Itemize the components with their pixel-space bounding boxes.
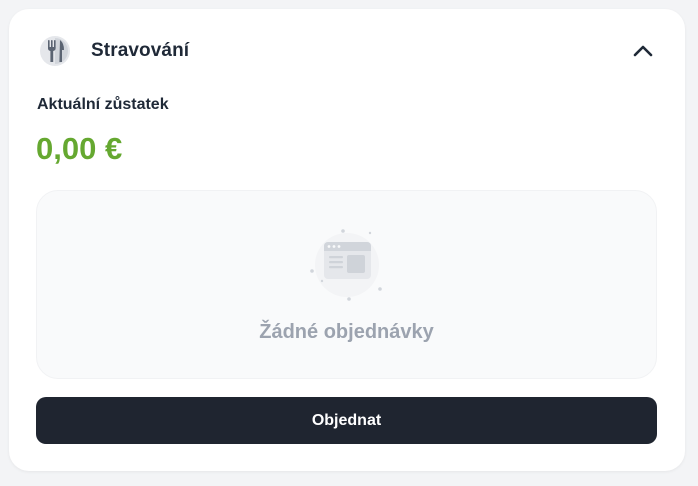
section-title: Stravování xyxy=(91,40,190,61)
order-button[interactable]: Objednat xyxy=(36,397,657,444)
balance-label: Aktuální zůstatek xyxy=(37,96,169,113)
empty-orders-text: Žádné objednávky xyxy=(259,321,434,343)
fork-knife-icon xyxy=(39,35,71,67)
chevron-up-icon[interactable] xyxy=(631,39,655,63)
balance-value: 0,00 € xyxy=(36,131,123,166)
orders-empty-state: Žádné objednávky xyxy=(36,190,657,379)
card-header[interactable]: Stravování xyxy=(9,9,685,93)
empty-orders-illustration xyxy=(307,225,387,305)
meals-card: Stravování Aktuální zůstatek 0,00 € Žádn… xyxy=(9,9,685,471)
